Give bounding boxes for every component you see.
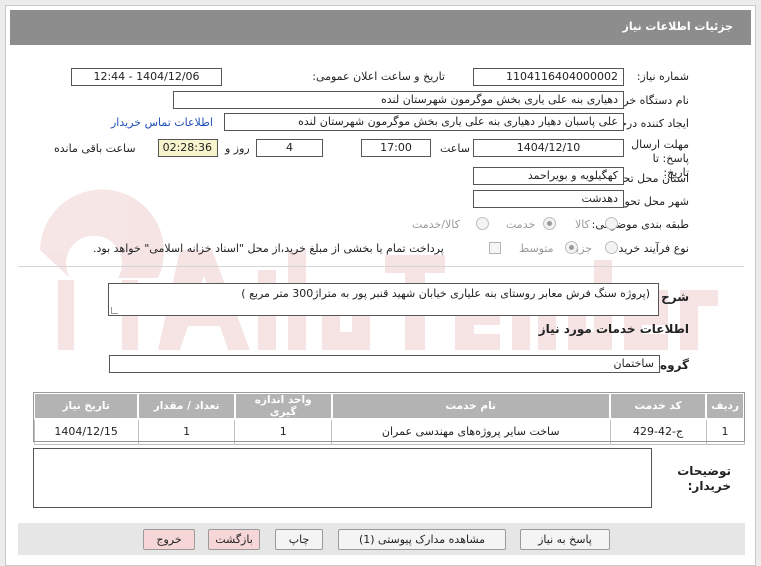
- resize-grip-icon[interactable]: [111, 307, 118, 314]
- cell-date: 1404/12/15: [33, 418, 139, 445]
- city-field: دهدشت: [473, 190, 624, 208]
- divider: [18, 266, 744, 267]
- buyer-notes-textarea[interactable]: [33, 448, 652, 508]
- description-textarea[interactable]: (پروژه سنگ فرش معابر روستای بنه علیاری خ…: [108, 283, 659, 316]
- payment-note: پرداخت تمام یا بخشی از مبلغ خرید،از محل …: [93, 242, 444, 255]
- exit-button[interactable]: خروج: [143, 529, 195, 550]
- print-button[interactable]: چاپ: [275, 529, 323, 550]
- category-goods-label: کالا: [575, 218, 590, 231]
- remaining-label: ساعت باقی مانده: [54, 142, 136, 155]
- deadline-date-field: 1404/12/10: [473, 139, 624, 157]
- page-title: جزئیات اطلاعات نیاز: [622, 20, 734, 33]
- description-text: (پروژه سنگ فرش معابر روستای بنه علیاری خ…: [241, 287, 650, 300]
- cell-unit: 1: [234, 418, 332, 445]
- service-group-field: ساختمان: [109, 355, 660, 373]
- days-field: 4: [256, 139, 323, 157]
- process-label: نوع فرآیند خرید :: [611, 242, 689, 255]
- process-medium-label: متوسط: [519, 242, 554, 255]
- header-bar: جزئیات اطلاعات نیاز: [10, 10, 751, 45]
- province-field: کهگیلویه و بویراحمد: [473, 167, 624, 185]
- col-code: کد خدمت: [609, 392, 708, 420]
- process-minor-radio[interactable]: [605, 241, 618, 254]
- category-service-radio[interactable]: [543, 217, 556, 230]
- buyer-contact-link[interactable]: اطلاعات تماس خریدار: [111, 116, 213, 129]
- treasury-checkbox[interactable]: [489, 242, 501, 254]
- need-number-field: 1104116404000002: [473, 68, 624, 86]
- days-label: روز و: [225, 142, 250, 155]
- reply-button[interactable]: پاسخ به نیاز: [520, 529, 610, 550]
- cell-qty: 1: [137, 418, 236, 445]
- col-name: نام خدمت: [330, 392, 612, 420]
- time-label: ساعت: [440, 142, 470, 155]
- cell-code: ج-42-429: [609, 418, 707, 445]
- category-both-label: کالا/خدمت: [412, 218, 460, 231]
- deadline-time-field: 17:00: [361, 139, 431, 157]
- back-button[interactable]: بازگشت: [208, 529, 260, 550]
- announce-field: 1404/12/06 - 12:44: [71, 68, 222, 86]
- services-section-title: اطلاعات خدمات مورد نیاز: [538, 322, 689, 336]
- remaining-time-field: 02:28:36: [158, 139, 218, 157]
- services-table: ردیف کد خدمت نام خدمت واحد اندازه گیری ت…: [32, 392, 745, 445]
- col-unit: واحد اندازه گیری: [233, 392, 333, 420]
- attachments-button[interactable]: مشاهده مدارک پیوستی (1): [338, 529, 506, 550]
- category-service-label: خدمت: [506, 218, 536, 231]
- table-row[interactable]: 1 ج-42-429 ساخت سایر پروژه‌های مهندسی عم…: [33, 418, 745, 445]
- table-header-row: ردیف کد خدمت نام خدمت واحد اندازه گیری ت…: [32, 392, 745, 420]
- need-number-label: شماره نیاز:: [636, 70, 689, 83]
- cell-row: 1: [705, 418, 745, 445]
- col-date: تاریخ نیاز: [32, 392, 140, 420]
- cell-name: ساخت سایر پروژه‌های مهندسی عمران: [331, 418, 611, 445]
- requester-field: علی پاسبان دهیار دهیاری بنه علی یاری بخش…: [224, 113, 624, 131]
- col-row: ردیف: [705, 392, 745, 420]
- process-medium-radio[interactable]: [565, 241, 578, 254]
- col-qty: تعداد / مقدار: [137, 392, 236, 420]
- category-goods-radio[interactable]: [605, 217, 618, 230]
- buyer-notes-label: توضیحات خریدار:: [677, 464, 731, 493]
- buyer-org-field: دهیاری بنه علی یاری بخش موگرمون شهرستان …: [173, 91, 624, 109]
- announce-label: تاریخ و ساعت اعلان عمومی:: [312, 70, 445, 83]
- category-both-radio[interactable]: [476, 217, 489, 230]
